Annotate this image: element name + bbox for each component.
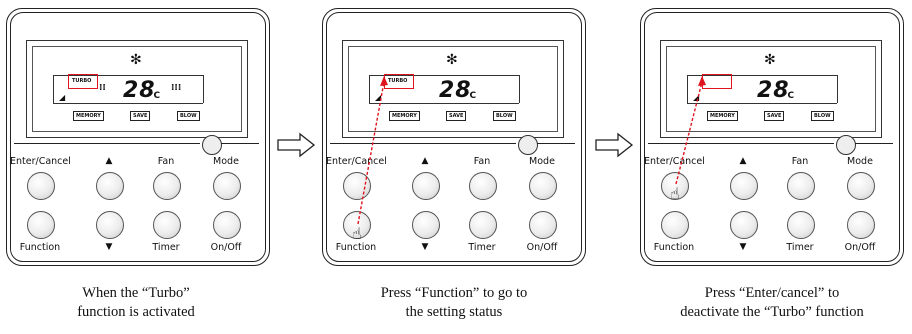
caption-line: function is activated	[77, 304, 195, 320]
pointer-path-icon	[675, 76, 706, 185]
fan-button[interactable]	[153, 172, 181, 200]
mode-fan-icon	[202, 135, 222, 155]
save-chip: SAVE	[130, 111, 151, 121]
pointing-hand-icon: ☝	[352, 224, 362, 243]
lcd-divider	[203, 75, 204, 103]
mode-button[interactable]	[213, 172, 241, 200]
on-off-button[interactable]	[213, 211, 241, 239]
panel-divider	[14, 143, 200, 144]
lcd-divider	[53, 75, 54, 103]
memory-chip: MEMORY	[73, 111, 104, 121]
function-label: Function	[19, 242, 61, 253]
caption-panel-2: Press “Function” to go to the setting st…	[324, 284, 584, 322]
fan-label: Fan	[157, 156, 175, 167]
on-off-label: On/Off	[210, 242, 242, 253]
mode-label: Mode	[213, 156, 239, 167]
timer-label: Timer	[152, 242, 180, 253]
lcd-frame: ✻ TURBO ⁞⁞ 28 °C ⁞⁞⁞ ◢ MEMORY SAVE BLOW	[26, 40, 248, 138]
remote-panel-1: ✻ TURBO ⁞⁞ 28 °C ⁞⁞⁞ ◢ MEMORY SAVE BLOW …	[6, 8, 270, 266]
caption-line: Press “Enter/cancel” to	[704, 285, 840, 301]
blow-chip: BLOW	[177, 111, 200, 121]
up-arrow-label: ▲	[105, 156, 113, 166]
lcd-divider	[53, 103, 203, 104]
step-arrow-icon	[277, 132, 316, 158]
fan-speed-right-icon: ⁞⁞⁞	[171, 83, 182, 93]
up-button[interactable]	[96, 172, 124, 200]
temperature-unit: °C	[149, 91, 161, 101]
panel-divider	[221, 143, 259, 144]
snowflake-icon: ✻	[130, 52, 142, 68]
remote-panel-2: ✻ TURBO 28 °C ◢ MEMORY SAVE BLOW Enter/C…	[322, 8, 586, 266]
down-button[interactable]	[96, 211, 124, 239]
enter-cancel-button[interactable]	[27, 172, 55, 200]
pointing-hand-icon: ☝	[670, 184, 680, 203]
caption-panel-1: When the “Turbo” function is activated	[6, 284, 266, 322]
caption-line: When the “Turbo”	[82, 285, 190, 301]
caption-panel-3: Press “Enter/cancel” to deactivate the “…	[642, 284, 902, 322]
caption-line: Press “Function” to go to	[380, 285, 528, 301]
caption-line: the setting status	[405, 304, 503, 320]
timer-button[interactable]	[153, 211, 181, 239]
signal-ramp-icon: ◢	[59, 93, 66, 102]
fan-speed-left-icon: ⁞⁞	[99, 83, 106, 93]
turbo-highlight-box	[68, 74, 98, 89]
down-arrow-label: ▼	[105, 242, 113, 252]
lcd-screen: ✻ TURBO ⁞⁞ 28 °C ⁞⁞⁞ ◢ MEMORY SAVE BLOW	[32, 46, 242, 132]
caption-line: deactivate the “Turbo” function	[680, 304, 864, 320]
enter-cancel-label: Enter/Cancel	[10, 156, 71, 167]
remote-panel-3: ✻ 28 °C ◢ MEMORY SAVE BLOW Enter/Cancel …	[640, 8, 904, 266]
step-arrow-icon	[595, 132, 634, 158]
function-button[interactable]	[27, 211, 55, 239]
